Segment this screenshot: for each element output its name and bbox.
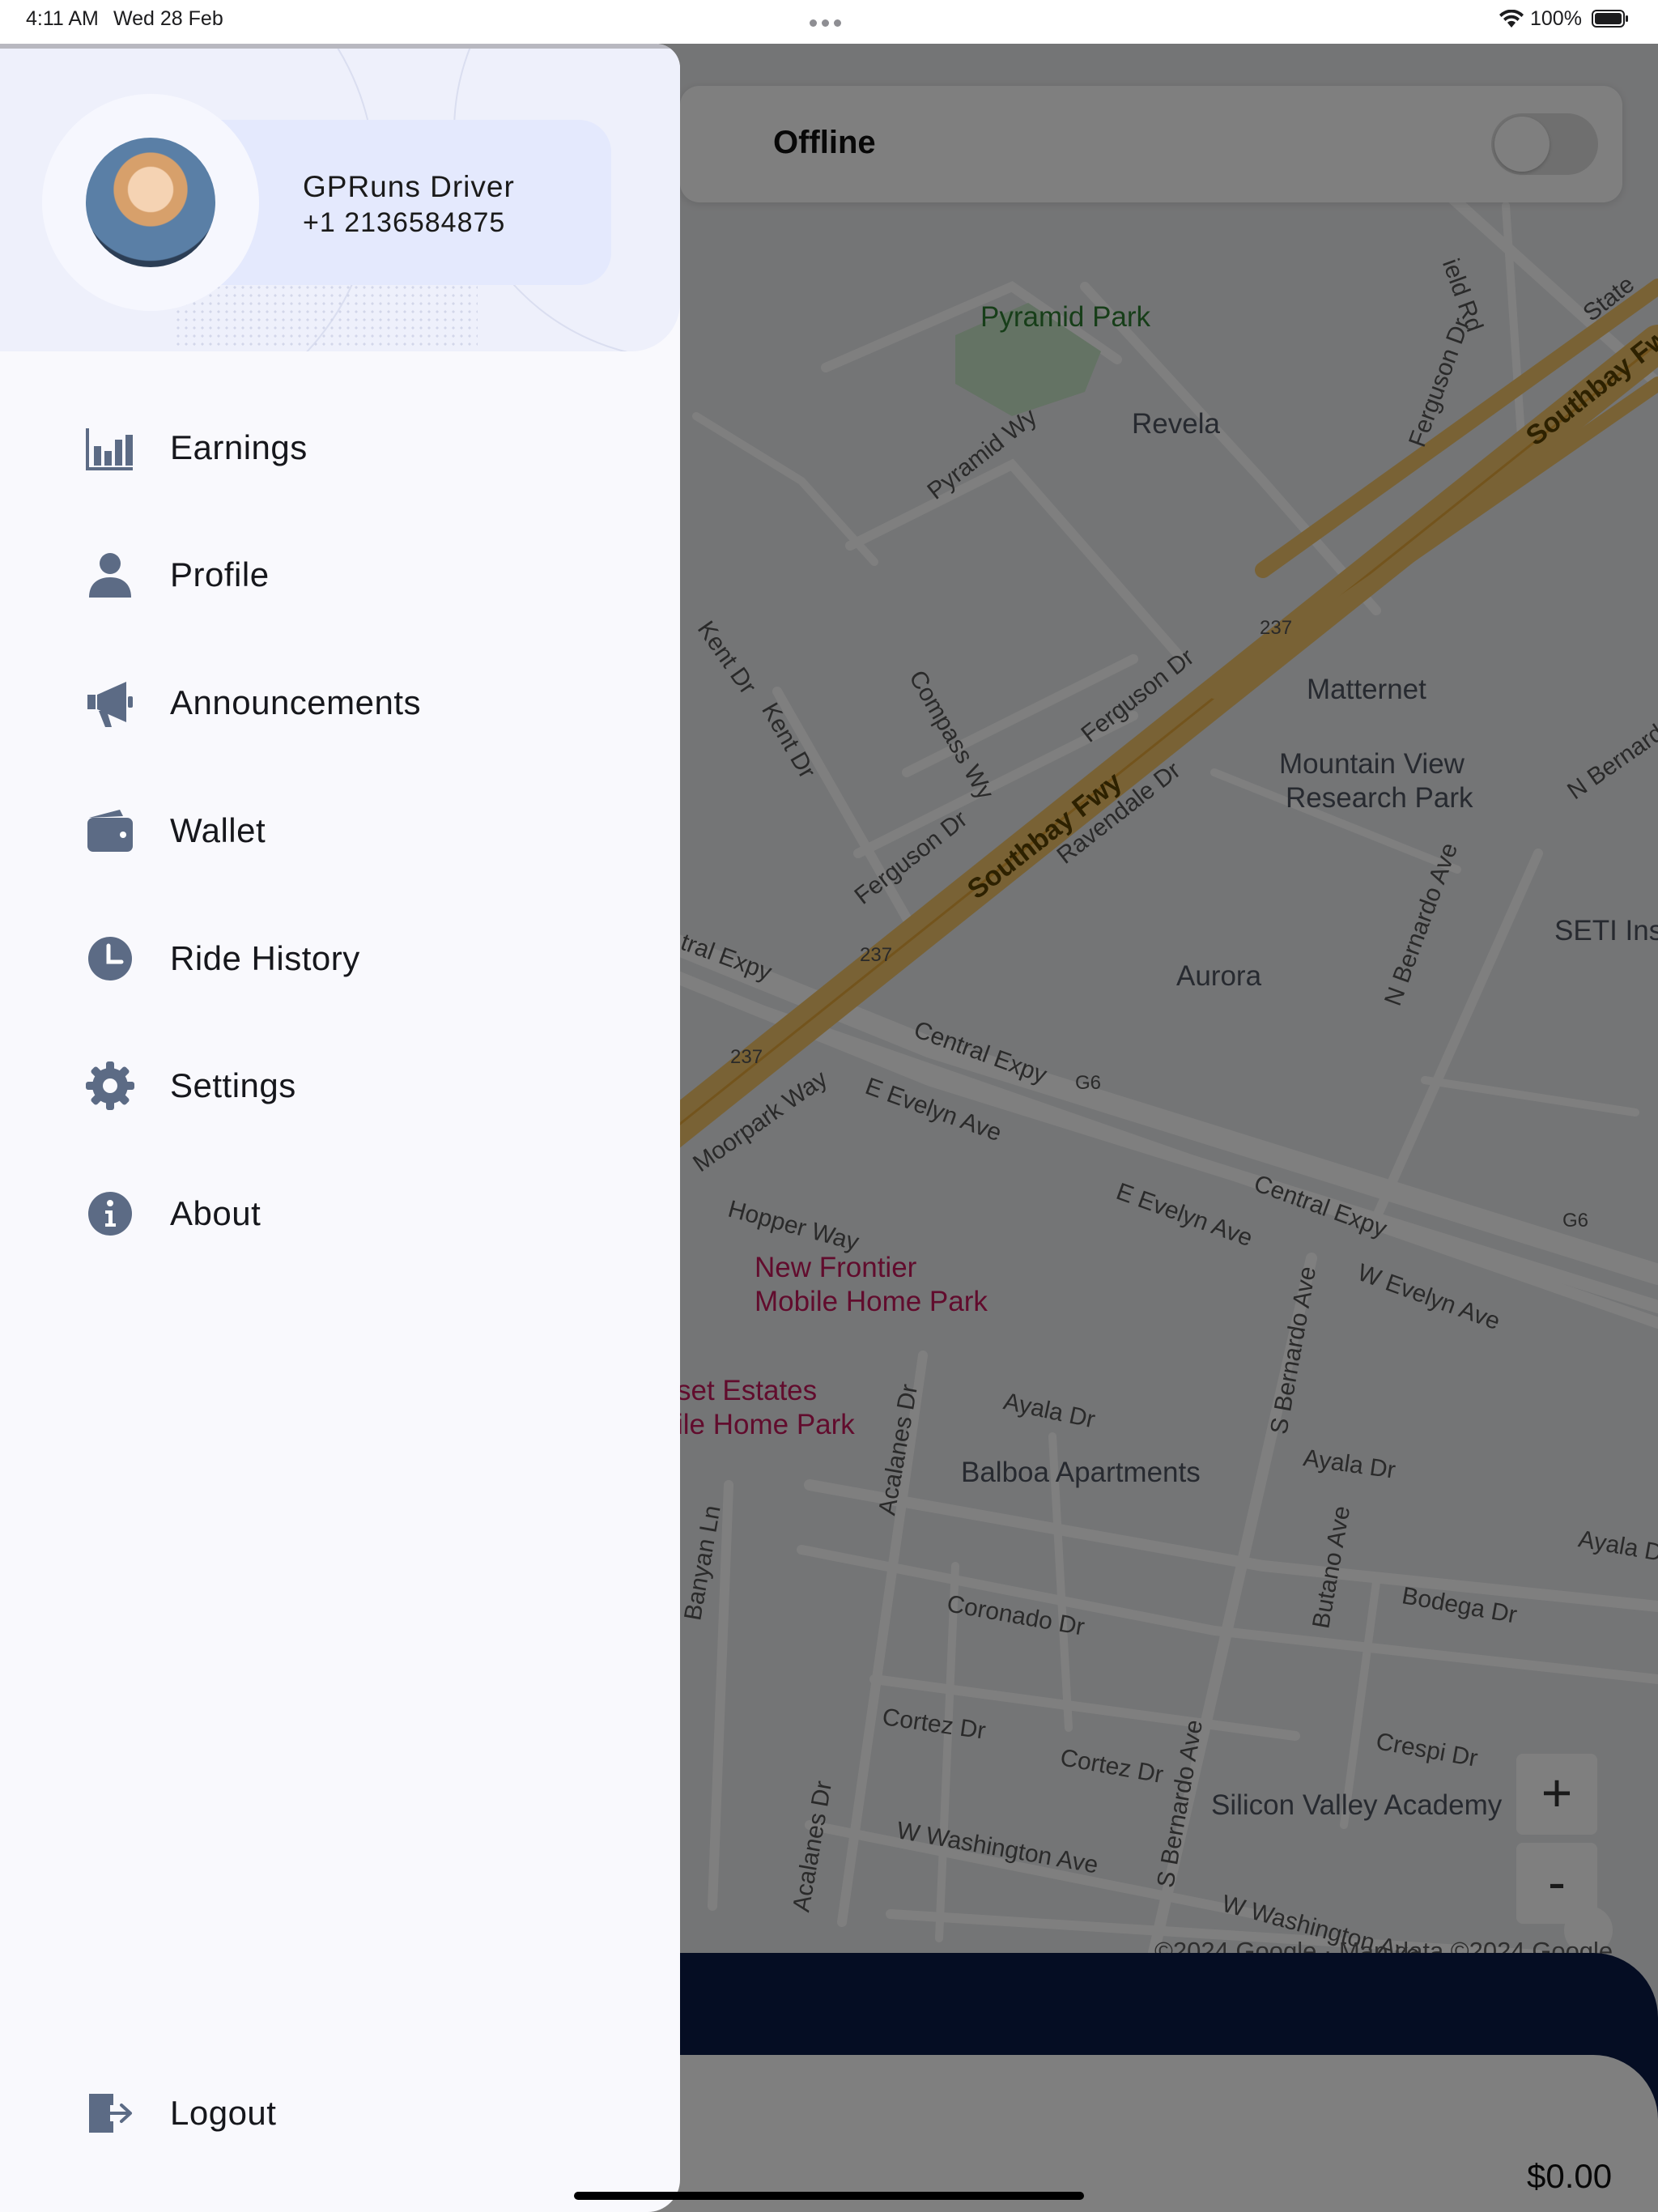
avatar[interactable] <box>86 138 215 267</box>
gear-icon <box>86 1061 134 1110</box>
header-dot-pattern <box>174 283 478 348</box>
logout-button[interactable]: Logout <box>0 2063 680 2160</box>
menu-item-announcements[interactable]: Announcements <box>0 653 680 750</box>
menu-item-about[interactable]: About <box>0 1163 680 1261</box>
driver-phone: +1 2136584875 <box>303 207 506 238</box>
avatar-frame <box>42 94 259 311</box>
menu-label: Wallet <box>170 811 266 849</box>
home-indicator[interactable] <box>574 2192 1084 2200</box>
menu-label: Earnings <box>170 428 308 466</box>
multitasking-dots-icon[interactable] <box>810 16 848 27</box>
clock-icon <box>88 937 132 981</box>
status-time: 4:11 AM <box>26 7 99 30</box>
menu-item-wallet[interactable]: Wallet <box>0 781 680 878</box>
menu-item-ride-history[interactable]: Ride History <box>0 908 680 1006</box>
menu-label: About <box>170 1194 261 1232</box>
menu-label: Profile <box>170 555 270 593</box>
menu-item-earnings[interactable]: Earnings <box>0 398 680 495</box>
logout-icon <box>89 2094 132 2133</box>
app-screen: 4:11 AM Wed 28 Feb 100% GPRuns Driver +1… <box>0 0 1658 2212</box>
menu-label: Ride History <box>170 939 360 977</box>
driver-name: GPRuns Driver <box>303 170 515 203</box>
megaphone-icon <box>87 682 133 727</box>
logout-label: Logout <box>170 2094 277 2132</box>
menu-item-profile[interactable]: Profile <box>0 525 680 622</box>
bar-chart-icon <box>86 428 133 470</box>
menu-label: Settings <box>170 1066 296 1104</box>
info-icon <box>88 1192 132 1236</box>
battery-icon <box>1592 10 1628 28</box>
menu-item-settings[interactable]: Settings <box>0 1036 680 1133</box>
battery-percentage: 100% <box>1530 7 1582 30</box>
navigation-drawer: GPRuns Driver +1 2136584875 Earnings Pro… <box>0 44 680 2212</box>
wallet-icon <box>87 810 133 852</box>
menu-label: Announcements <box>170 683 422 721</box>
person-icon <box>89 553 131 598</box>
wifi-icon <box>1499 10 1524 28</box>
status-date: Wed 28 Feb <box>113 7 223 30</box>
drawer-header: GPRuns Driver +1 2136584875 <box>0 49 680 351</box>
status-bar: 4:11 AM Wed 28 Feb 100% <box>0 0 1658 44</box>
